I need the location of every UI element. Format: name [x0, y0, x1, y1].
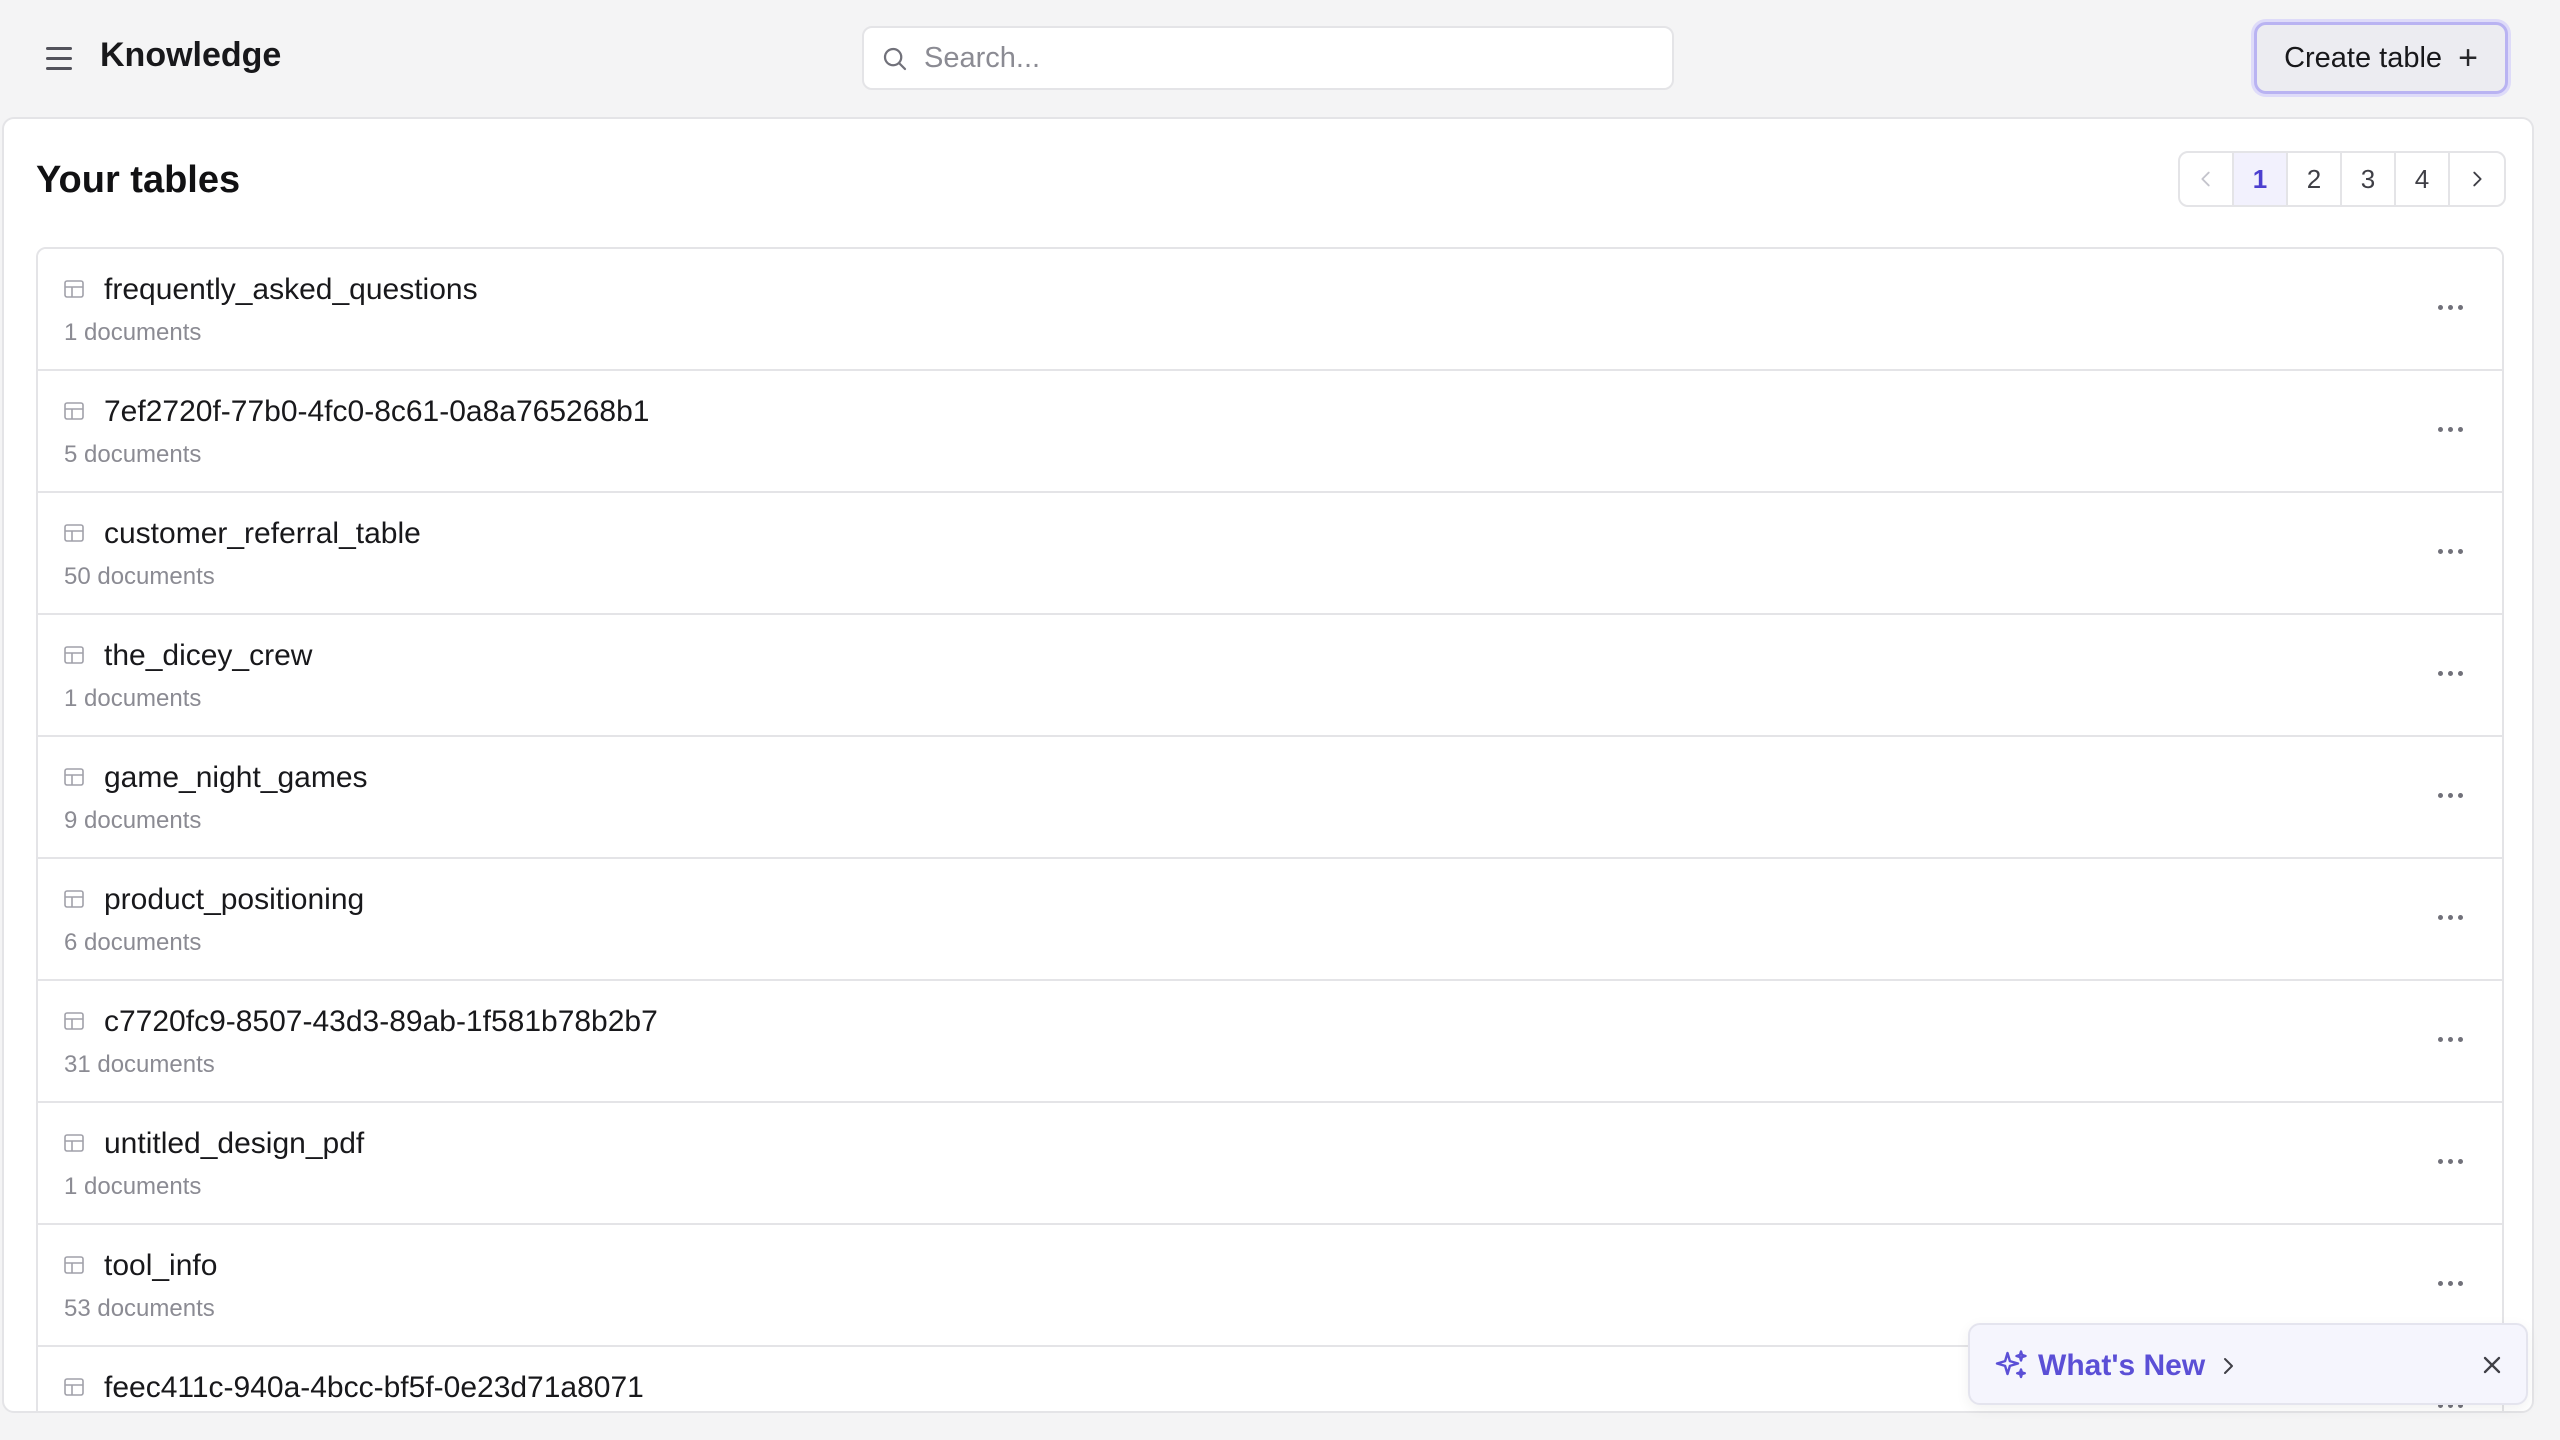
more-options-icon[interactable]: [2430, 293, 2470, 321]
table-name: frequently_asked_questions: [104, 273, 478, 306]
table-row[interactable]: untitled_design_pdf 1 documents: [38, 1103, 2502, 1225]
chevron-right-icon: [2473, 171, 2482, 187]
table-name: 7ef2720f-77b0-4fc0-8c61-0a8a765268b1: [104, 395, 650, 428]
table-name: the_dicey_crew: [104, 639, 313, 672]
more-options-icon[interactable]: [2430, 415, 2470, 443]
menu-line: [46, 66, 72, 70]
create-table-label: Create table: [2284, 41, 2443, 74]
prev-page-button[interactable]: [2180, 153, 2234, 205]
hamburger-menu-icon[interactable]: [38, 40, 82, 76]
document-count: 1 documents: [64, 319, 202, 346]
table-name: product_positioning: [104, 883, 365, 916]
table-icon: [64, 890, 84, 908]
document-count: 1 documents: [64, 1173, 202, 1200]
section-title: Your tables: [36, 159, 241, 201]
more-options-icon[interactable]: [2430, 781, 2470, 809]
top-bar: Knowledge Create table +: [0, 0, 2560, 116]
whats-new-label[interactable]: What's New: [2038, 1349, 2205, 1383]
page-button-2[interactable]: 2: [2288, 153, 2342, 205]
table-icon: [64, 768, 84, 786]
table-row[interactable]: customer_referral_table 50 documents: [38, 493, 2502, 615]
document-count: 6 documents: [64, 929, 202, 956]
table-name: tool_info: [104, 1249, 218, 1282]
table-icon: [64, 1012, 84, 1030]
chevron-left-icon: [2201, 171, 2210, 187]
table-name: c7720fc9-8507-43d3-89ab-1f581b78b2b7: [104, 1005, 658, 1038]
table-name: feec411c-940a-4bcc-bf5f-0e23d71a8071: [104, 1371, 644, 1404]
table-row[interactable]: c7720fc9-8507-43d3-89ab-1f581b78b2b7 31 …: [38, 981, 2502, 1103]
document-count: 5 documents: [64, 441, 202, 468]
page-title: Knowledge: [100, 36, 282, 74]
tables-panel: Your tables 1 2 3 4 frequently_asked_que…: [2, 117, 2534, 1413]
more-options-icon[interactable]: [2430, 659, 2470, 687]
document-count: 31 documents: [64, 1051, 215, 1078]
table-icon: [64, 524, 84, 542]
table-icon: [64, 1134, 84, 1152]
table-name: customer_referral_table: [104, 517, 421, 550]
table-row[interactable]: game_night_games 9 documents: [38, 737, 2502, 859]
close-icon[interactable]: [2478, 1351, 2506, 1379]
page-button-3[interactable]: 3: [2342, 153, 2396, 205]
more-options-icon[interactable]: [2430, 537, 2470, 565]
document-count: 50 documents: [64, 563, 215, 590]
table-list: frequently_asked_questions 1 documents 7…: [36, 247, 2504, 1411]
whats-new-toast[interactable]: What's New: [1968, 1323, 2528, 1405]
search-box[interactable]: [862, 26, 1674, 90]
table-row[interactable]: 7ef2720f-77b0-4fc0-8c61-0a8a765268b1 5 d…: [38, 371, 2502, 493]
page-button-4[interactable]: 4: [2396, 153, 2450, 205]
more-options-icon[interactable]: [2430, 903, 2470, 931]
more-options-icon[interactable]: [2430, 1025, 2470, 1053]
create-table-button[interactable]: Create table +: [2254, 22, 2508, 94]
table-icon: [64, 402, 84, 420]
chevron-right-icon: [2224, 1358, 2233, 1374]
table-name: untitled_design_pdf: [104, 1127, 365, 1160]
more-options-icon[interactable]: [2430, 1269, 2470, 1297]
document-count: 9 documents: [64, 807, 202, 834]
menu-line: [46, 46, 72, 50]
sparkle-icon: [1995, 1350, 2027, 1379]
document-count: 1 documents: [64, 685, 202, 712]
table-row[interactable]: product_positioning 6 documents: [38, 859, 2502, 981]
pagination: 1 2 3 4: [2178, 151, 2506, 207]
table-name: game_night_games: [104, 761, 368, 794]
next-page-button[interactable]: [2450, 153, 2504, 205]
search-icon: [883, 47, 907, 71]
table-icon: [64, 1378, 84, 1396]
search-input[interactable]: [924, 36, 1664, 80]
page-button-1[interactable]: 1: [2234, 153, 2288, 205]
document-count: 53 documents: [64, 1295, 215, 1322]
table-icon: [64, 646, 84, 664]
table-icon: [64, 1256, 84, 1274]
more-options-icon[interactable]: [2430, 1147, 2470, 1175]
plus-icon: +: [2458, 39, 2478, 77]
table-row[interactable]: frequently_asked_questions 1 documents: [38, 249, 2502, 371]
table-row[interactable]: the_dicey_crew 1 documents: [38, 615, 2502, 737]
table-icon: [64, 280, 84, 298]
menu-line: [46, 56, 72, 60]
